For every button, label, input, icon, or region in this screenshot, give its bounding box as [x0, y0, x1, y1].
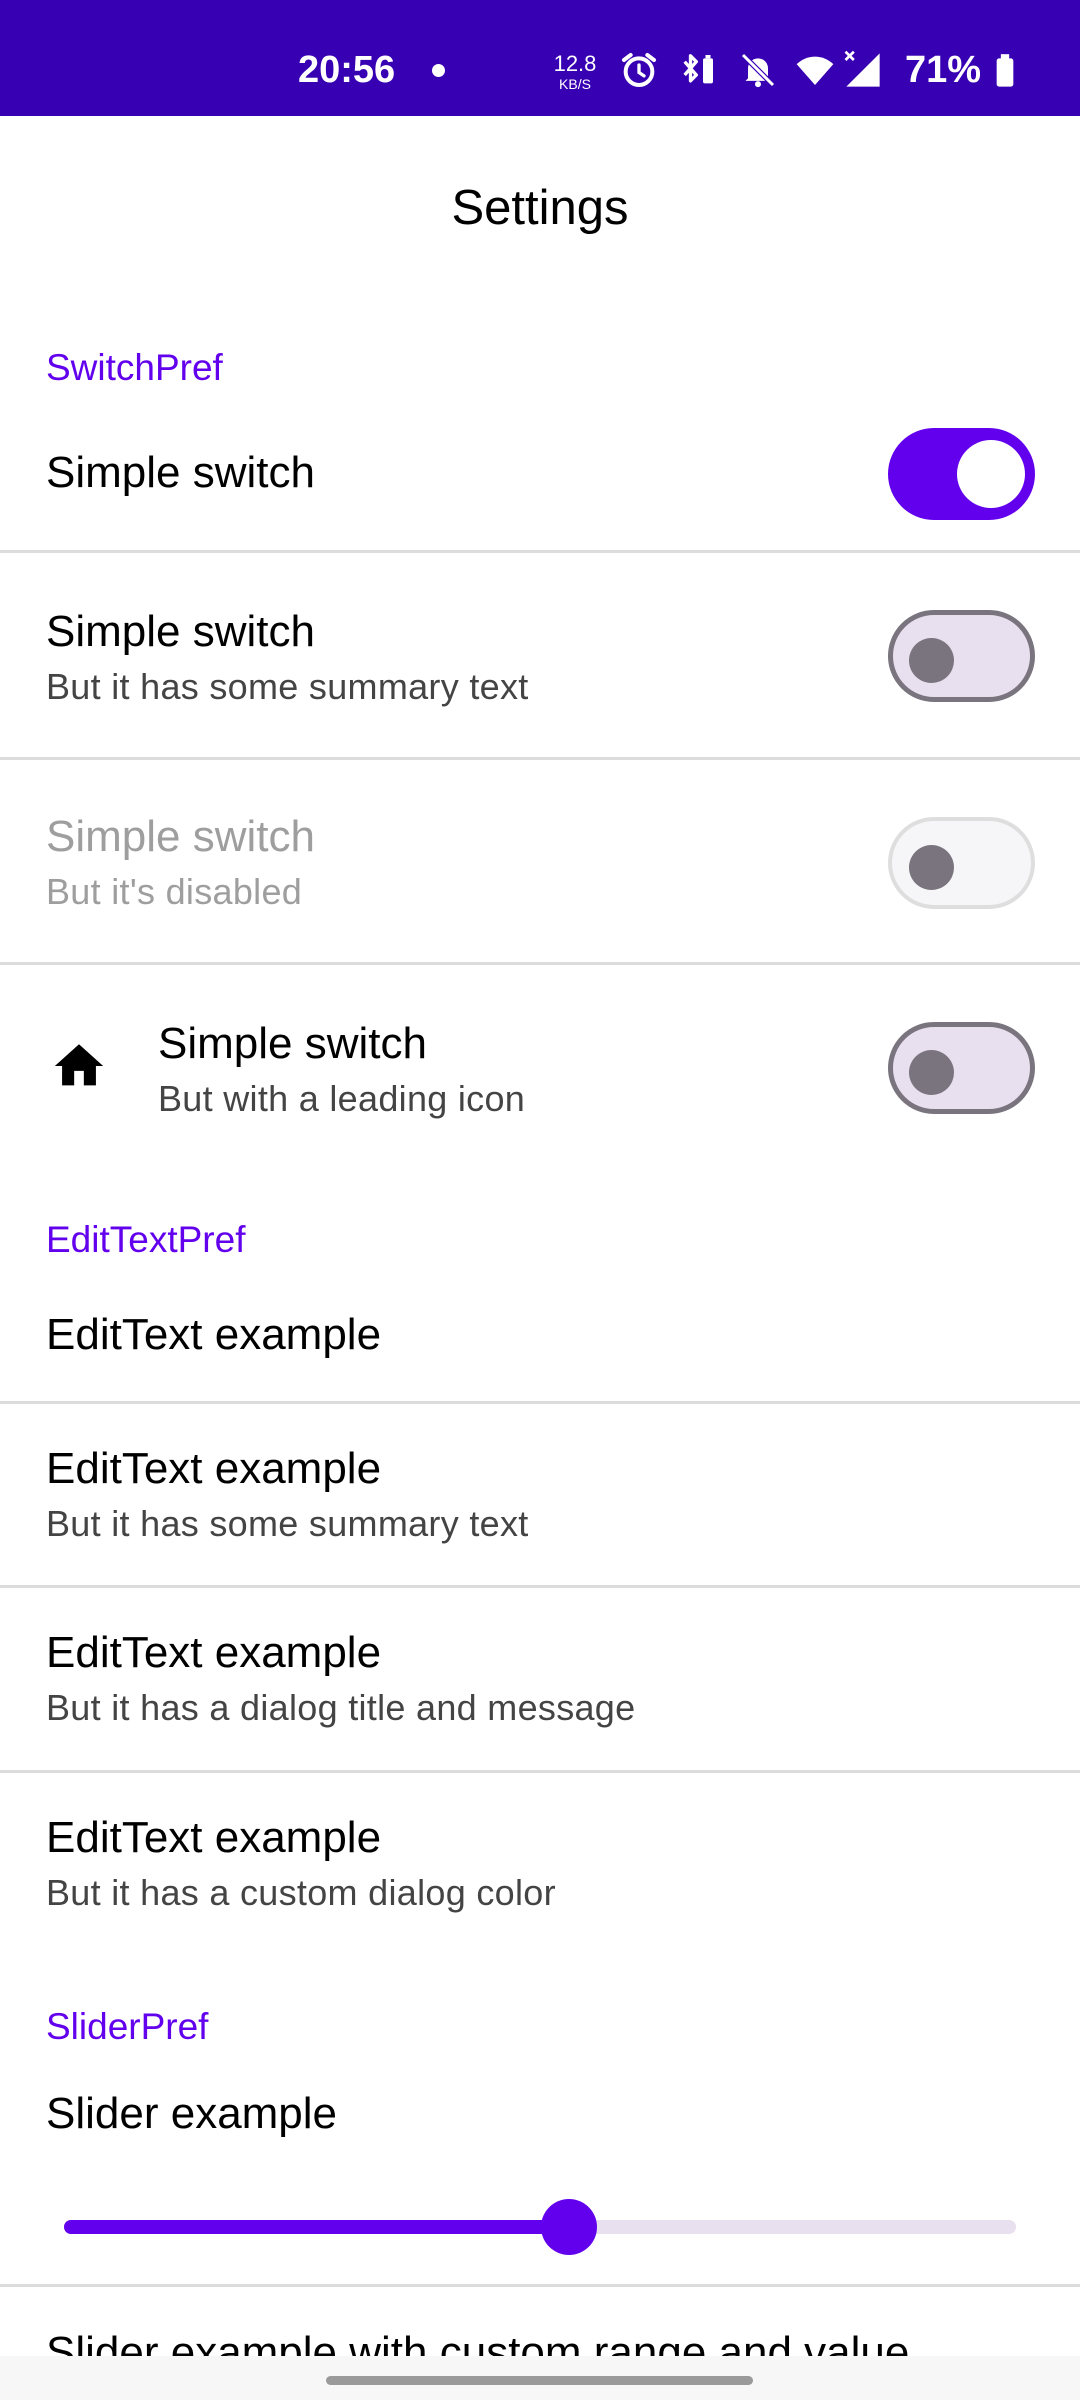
slider-example[interactable] — [64, 2196, 1016, 2256]
network-speed-value: 12.8 — [553, 51, 597, 76]
icon-switch-toggle[interactable] — [888, 1022, 1035, 1114]
switch-knob — [909, 638, 954, 683]
bell-off-icon — [741, 53, 775, 88]
slider-fill — [64, 2220, 569, 2234]
wifi-icon — [796, 56, 834, 85]
row-title: Simple switch — [158, 1019, 427, 1068]
switch-row-icon[interactable]: Simple switch But with a leading icon — [0, 965, 1080, 1165]
gesture-handle[interactable] — [326, 2376, 753, 2385]
edittext-row-color[interactable]: EditText example But it has a custom dia… — [0, 1773, 1080, 1956]
dot-icon — [432, 64, 445, 77]
switch-knob — [957, 440, 1025, 508]
row-title: Simple switch — [46, 607, 315, 656]
row-title: EditText example — [46, 1813, 382, 1862]
status-bar: 20:56 12.8 KB/S 71% — [0, 0, 1080, 116]
edittext-row-plain[interactable]: EditText example — [0, 1278, 1080, 1402]
disabled-switch-toggle — [888, 817, 1035, 909]
edittext-row-dialog[interactable]: EditText example But it has a dialog tit… — [0, 1588, 1080, 1771]
row-title: Simple switch — [46, 812, 315, 861]
switch-row-disabled: Simple switch But it's disabled — [0, 760, 1080, 963]
divider — [0, 2284, 1080, 2287]
home-icon — [54, 1044, 104, 1086]
row-title: EditText example — [46, 1628, 382, 1677]
network-speed-unit: KB/S — [559, 76, 591, 92]
signal-icon — [844, 50, 880, 87]
row-title: Simple switch — [46, 448, 315, 497]
switch-knob — [909, 1050, 954, 1095]
switch-knob — [909, 845, 954, 890]
row-summary: But it's disabled — [46, 871, 303, 912]
row-summary: But it has a dialog title and message — [46, 1687, 636, 1728]
category-switchpref: SwitchPref — [46, 347, 223, 388]
status-time: 20:56 — [298, 49, 396, 91]
battery-icon — [996, 54, 1014, 87]
row-title: Slider example — [46, 2089, 338, 2138]
row-summary: But it has some summary text — [46, 666, 529, 707]
row-title: EditText example — [46, 1444, 382, 1493]
row-summary: But with a leading icon — [158, 1078, 526, 1119]
alarm-icon — [622, 53, 656, 87]
row-summary: But it has some summary text — [46, 1503, 529, 1544]
row-title: EditText example — [46, 1310, 382, 1359]
row-summary: But it has a custom dialog color — [46, 1872, 556, 1913]
battery-percent: 71% — [905, 49, 982, 91]
simple-switch-toggle[interactable] — [888, 428, 1035, 520]
navigation-bar — [0, 2356, 1080, 2400]
category-sliderpref: SliderPref — [46, 2006, 209, 2047]
bluetooth-battery-icon — [683, 54, 713, 84]
summary-switch-toggle[interactable] — [888, 610, 1035, 702]
category-edittextpref: EditTextPref — [46, 1219, 246, 1260]
edittext-row-summary[interactable]: EditText example But it has some summary… — [0, 1404, 1080, 1586]
network-speed: 12.8 KB/S — [552, 51, 598, 93]
page-title: Settings — [451, 181, 629, 235]
switch-row-summary[interactable]: Simple switch But it has some summary te… — [0, 553, 1080, 757]
slider-thumb[interactable] — [541, 2199, 597, 2255]
switch-row-simple[interactable]: Simple switch — [0, 406, 1080, 551]
